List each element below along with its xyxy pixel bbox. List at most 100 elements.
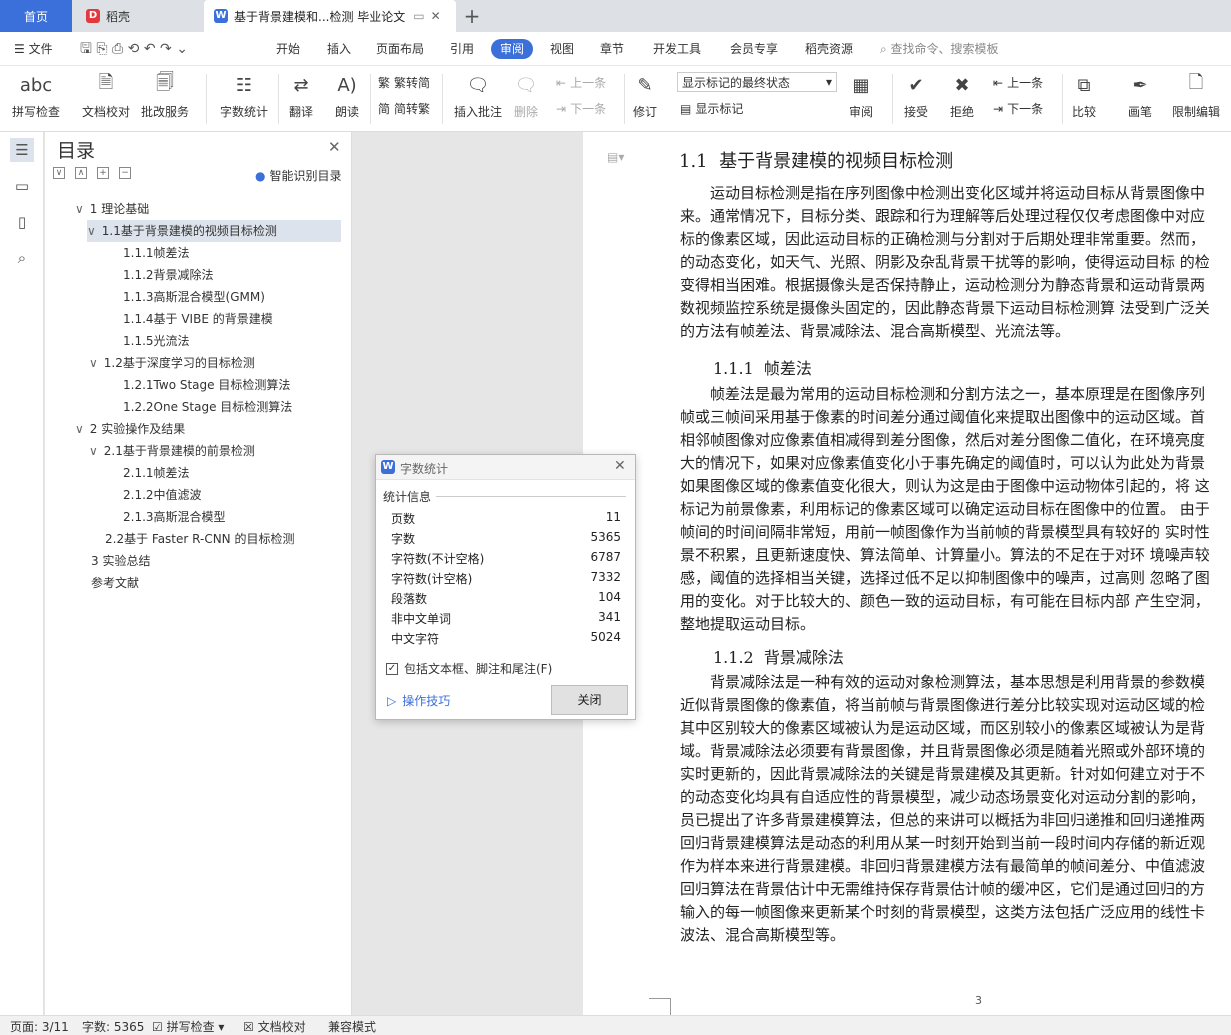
remove-icon[interactable]: − bbox=[119, 167, 131, 179]
toc-item[interactable]: 1.1.5光流法 bbox=[121, 330, 190, 352]
toc-item[interactable]: 2.1.2中值滤波 bbox=[121, 484, 202, 506]
chevron-down-icon[interactable]: ∨ bbox=[75, 202, 84, 216]
daoke-icon: D bbox=[86, 9, 100, 23]
simp-to-trad-button[interactable]: 简简转繁 bbox=[378, 100, 430, 117]
track-changes-label: 修订 bbox=[632, 105, 657, 119]
menu-tab-insert[interactable]: 插入 bbox=[327, 32, 351, 66]
chevron-down-icon[interactable]: ∨ bbox=[87, 224, 96, 238]
menu-tab-view[interactable]: 视图 bbox=[550, 32, 574, 66]
smart-toc-button[interactable]: ● 智能识别目录 bbox=[255, 167, 342, 184]
menu-tab-chapter[interactable]: 章节 bbox=[600, 32, 624, 66]
tips-link[interactable]: ▷ 操作技巧 bbox=[387, 692, 450, 709]
toc-item[interactable]: 2.1.1帧差法 bbox=[121, 462, 190, 484]
chevron-down-icon[interactable]: ∨ bbox=[75, 422, 84, 436]
word-count-button[interactable]: ☷ 字数统计 bbox=[220, 72, 268, 120]
close-icon[interactable]: ✕ bbox=[431, 9, 441, 23]
spell-check-button[interactable]: abc 拼写检查 bbox=[12, 72, 60, 120]
tab-document[interactable]: W 基于背景建模和...检测 毕业论文 ▭ ✕ bbox=[204, 0, 456, 32]
accept-button[interactable]: ✔ 接受 bbox=[903, 72, 929, 120]
search-icon[interactable]: ⌕ bbox=[10, 246, 34, 270]
toc-item[interactable]: 1.1.4基于 VIBE 的背景建模 bbox=[121, 308, 273, 330]
toc-panel: 目录 ✕ ∨ ∧ + − ● 智能识别目录 ∨ 1 理论基础 ∨ 1.1基于背景建模的视… bbox=[45, 132, 352, 1015]
status-word-count[interactable]: 字数: 5365 bbox=[82, 1018, 144, 1035]
toc-item[interactable]: ∨ 1.2基于深度学习的目标检测 bbox=[89, 352, 255, 374]
prev-change-button[interactable]: ⇤ 上一条 bbox=[993, 74, 1043, 91]
track-changes-button[interactable]: ✎ 修订 bbox=[632, 72, 658, 120]
show-markup-icon: ▤ bbox=[680, 101, 692, 116]
markup-mode-select[interactable]: 显示标记的最终状态 ▾ bbox=[677, 72, 837, 92]
dialog-header: W 字数统计 ✕ bbox=[376, 455, 635, 480]
new-tab-button[interactable]: + bbox=[460, 0, 484, 32]
insert-comment-button[interactable]: 🗨 插入批注 bbox=[454, 72, 502, 120]
heading-text: 基于背景建模的视频目标检测 bbox=[719, 151, 954, 172]
pen-button[interactable]: ✒ 画笔 bbox=[1127, 72, 1153, 120]
toc-item[interactable]: 2.1.3高斯混合模型 bbox=[121, 506, 226, 528]
command-search[interactable]: ⌕ 查找命令、搜索模板 bbox=[880, 32, 999, 66]
next-comment-button[interactable]: ⇥ 下一条 bbox=[556, 100, 606, 117]
read-aloud-button[interactable]: A) 朗读 bbox=[334, 72, 360, 120]
chevron-down-icon[interactable]: ∨ bbox=[89, 356, 98, 370]
status-proofread[interactable]: ☒ 文档校对 bbox=[243, 1018, 306, 1035]
translate-button[interactable]: ⇄ 翻译 bbox=[288, 72, 314, 120]
toc-item[interactable]: 1.1.2背景减除法 bbox=[121, 264, 214, 286]
toc-item[interactable]: 1.2.2One Stage 目标检测算法 bbox=[121, 396, 292, 418]
translate-label: 翻译 bbox=[288, 105, 313, 119]
include-textboxes-checkbox[interactable]: ✓ 包括文本框、脚注和尾注(F) bbox=[386, 660, 552, 677]
close-button[interactable]: 关闭 bbox=[551, 685, 628, 715]
menu-tab-review[interactable]: 审阅 bbox=[491, 39, 534, 59]
collapse-icon[interactable]: ∨ bbox=[53, 167, 65, 179]
show-markup-button[interactable]: ▤ 显示标记 bbox=[680, 100, 743, 117]
delete-comment-button[interactable]: 🗨 删除 bbox=[513, 72, 539, 120]
toc-item[interactable]: 2.2基于 Faster R-CNN 的目标检测 bbox=[89, 528, 294, 550]
toc-item[interactable]: ∨ 2 实验操作及结果 bbox=[75, 418, 185, 440]
file-menu[interactable]: ☰ 文件 bbox=[14, 32, 53, 66]
toc-item[interactable]: 参考文献 bbox=[75, 572, 139, 594]
stat-label: 字符数(计空格) bbox=[391, 572, 473, 586]
close-icon[interactable]: ✕ bbox=[328, 138, 341, 156]
toc-item[interactable]: 3 实验总结 bbox=[75, 550, 150, 572]
toc-item[interactable]: ∨ 1 理论基础 bbox=[75, 198, 149, 220]
prev-comment-button[interactable]: ⇤ 上一条 bbox=[556, 74, 606, 91]
compare-button[interactable]: ⧉ 比较 bbox=[1071, 72, 1097, 120]
next-change-label: 下一条 bbox=[1007, 102, 1044, 116]
chevron-down-icon[interactable]: ∨ bbox=[89, 444, 98, 458]
add-icon[interactable]: + bbox=[97, 167, 109, 179]
expand-icon[interactable]: ∧ bbox=[75, 167, 87, 179]
next-change-button[interactable]: ⇥ 下一条 bbox=[993, 100, 1043, 117]
tab-daoke[interactable]: D 稻壳 bbox=[74, 0, 202, 32]
menu-tab-start[interactable]: 开始 bbox=[276, 32, 300, 66]
restrict-editing-button[interactable]: 🗋 限制编辑 bbox=[1172, 72, 1220, 120]
batch-service-button[interactable]: 🗐 批改服务 bbox=[141, 72, 189, 120]
reject-button[interactable]: ✖ 拒绝 bbox=[949, 72, 975, 120]
quick-access-icons[interactable]: 🖫 ⎘ ⎙ ⟲ ↶ ↷ ⌄ bbox=[80, 32, 188, 66]
review-pane-button[interactable]: ▦ 审阅 bbox=[848, 72, 874, 120]
window-icon[interactable]: ▭ bbox=[413, 9, 424, 23]
status-page[interactable]: 页面: 3/11 bbox=[10, 1018, 69, 1035]
bookmark-icon[interactable]: ▯ bbox=[10, 210, 34, 234]
toc-panel-icon[interactable]: ☰ bbox=[10, 138, 34, 162]
menu-tab-daoke-resources[interactable]: 稻壳资源 bbox=[805, 32, 853, 66]
menu-tab-devtools[interactable]: 开发工具 bbox=[653, 32, 701, 66]
tab-home[interactable]: 首页 bbox=[0, 0, 72, 32]
proofread-button[interactable]: 🗎 文档校对 bbox=[82, 72, 130, 120]
close-icon[interactable]: ✕ bbox=[614, 458, 626, 474]
toc-item[interactable]: ∨ 1.1基于背景建模的视频目标检测 bbox=[87, 220, 341, 242]
menu-tab-member[interactable]: 会员专享 bbox=[730, 32, 778, 66]
toc-item-label: 1.1.5光流法 bbox=[123, 334, 190, 348]
navigation-icon[interactable]: ▭ bbox=[10, 174, 34, 198]
status-spell-check[interactable]: ☑ 拼写检查 ▾ bbox=[152, 1018, 224, 1035]
spell-check-icon: abc bbox=[19, 74, 53, 96]
toc-item[interactable]: 1.1.1帧差法 bbox=[121, 242, 190, 264]
toc-item-label: 1.2.2One Stage 目标检测算法 bbox=[123, 400, 293, 414]
track-changes-icon: ✎ bbox=[637, 74, 653, 96]
paragraph-intro: 运动目标检测是指在序列图像中检测出变化区域并将运动目标从背景图像中 来。通常情况… bbox=[680, 184, 1210, 340]
toc-item[interactable]: 1.1.3高斯混合模型(GMM) bbox=[121, 286, 265, 308]
toc-item[interactable]: ∨ 2.1基于背景建模的前景检测 bbox=[89, 440, 255, 462]
document-page[interactable]: ▤▾ 1.1 基于背景建模的视频目标检测 运动目标检测是指在序列图像中检测出变化… bbox=[583, 132, 1231, 1015]
menu-tab-layout[interactable]: 页面布局 bbox=[376, 32, 424, 66]
toc-item-label: 2.2基于 Faster R-CNN 的目标检测 bbox=[105, 532, 295, 546]
toc-item[interactable]: 1.2.1Two Stage 目标检测算法 bbox=[121, 374, 290, 396]
menu-tab-references[interactable]: 引用 bbox=[450, 32, 474, 66]
trad-to-simp-button[interactable]: 繁繁转简 bbox=[378, 74, 430, 91]
doc-menu-icon[interactable]: ▤▾ bbox=[607, 150, 624, 164]
